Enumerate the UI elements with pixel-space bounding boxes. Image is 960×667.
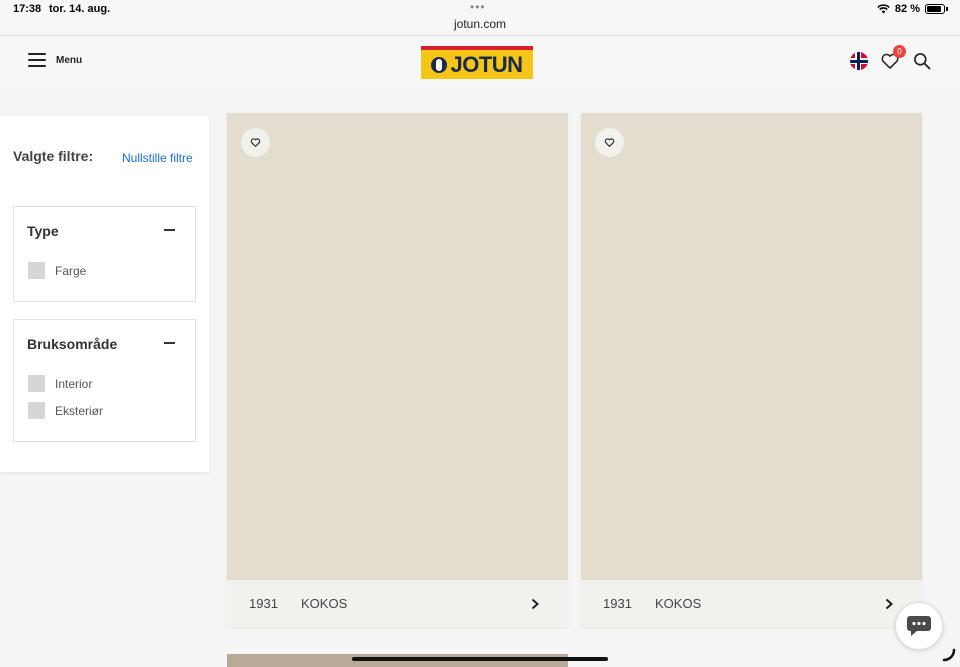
filter-option-label: Interior [55,376,93,391]
filter-option-label: Eksteriør [55,403,103,418]
wishlist-button[interactable]: 0 [880,45,906,71]
filter-group-bruksomrade: Bruksområde Interior Eksteriør [13,319,196,442]
site-header: Menu JOTUN 0 [0,37,960,88]
address-bar-url[interactable]: jotun.com [0,17,960,31]
menu-button[interactable]: Menu [28,53,82,67]
heart-icon [604,138,615,147]
color-name: KOKOS [301,596,348,611]
search-icon[interactable] [912,51,932,71]
heart-icon [250,138,261,147]
filter-option-interior[interactable]: Interior [28,375,92,392]
home-indicator[interactable] [352,657,608,661]
scroll-corner-icon [942,648,956,662]
hamburger-icon [28,53,46,67]
collapse-minus-icon[interactable] [164,342,175,344]
header-actions: 0 [850,45,932,71]
filter-group-title: Type [27,223,59,239]
selected-filters-title: Valgte filtre: [13,148,94,164]
card-footer: 1931 KOKOS [227,580,568,627]
chat-button[interactable] [895,602,943,650]
jotun-logo[interactable]: JOTUN [421,46,533,79]
filter-option-label: Farge [55,263,87,278]
filter-group-type: Type Farge [13,206,196,302]
more-dots-icon[interactable]: ••• [470,0,486,14]
color-card[interactable]: 1931 KOKOS [581,113,922,627]
reset-filters-link[interactable]: Nullstille filtre [122,151,193,165]
status-indicators: 82 % [877,3,948,15]
checkbox[interactable] [28,402,45,419]
chevron-right-icon[interactable] [884,598,894,610]
favorite-button[interactable] [241,128,270,157]
norway-flag-icon[interactable] [850,52,868,70]
favorite-button[interactable] [595,128,624,157]
status-date: tor. 14. aug. [49,3,111,15]
menu-label: Menu [56,54,83,66]
color-card[interactable]: 1931 KOKOS [227,113,568,627]
logo-text: JOTUN [450,51,523,77]
checkbox[interactable] [28,375,45,392]
color-swatch [581,113,922,580]
status-time: 17:38 [13,3,42,15]
logo-globe-icon [431,56,448,73]
filter-option-eksterior[interactable]: Eksteriør [28,402,103,419]
card-footer: 1931 KOKOS [581,580,922,627]
chat-bubble-icon [907,616,931,636]
wishlist-count-badge: 0 [893,45,906,58]
checkbox[interactable] [28,262,45,279]
filter-sidebar: Valgte filtre: Nullstille filtre Type Fa… [0,116,209,472]
battery-icon [925,4,945,14]
status-bar: 17:38 tor. 14. aug. ••• jotun.com 82 % [0,0,960,36]
color-swatch [227,113,568,580]
filter-group-title: Bruksområde [27,336,118,352]
wifi-icon [877,4,890,14]
color-name: KOKOS [655,596,702,611]
collapse-minus-icon[interactable] [164,229,175,231]
color-code: 1931 [603,596,632,611]
color-code: 1931 [249,596,278,611]
chevron-right-icon[interactable] [530,598,540,610]
battery-percent: 82 % [894,3,920,15]
filter-option-farge[interactable]: Farge [28,262,86,279]
